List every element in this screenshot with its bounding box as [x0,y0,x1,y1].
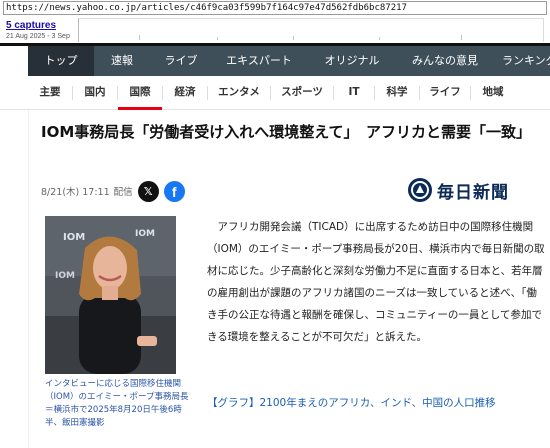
svg-text:IOM: IOM [55,271,75,281]
wayback-toolbar: https://news.yahoo.co.jp/articles/c46f9c… [0,0,550,46]
mainichi-logo-icon [408,178,432,202]
article-headline: IOM事務局長「労働者受け入れへ環境整えて」 アフリカと需要「一致」 [41,123,532,141]
category-economy[interactable]: 経済 [163,76,207,110]
publisher-logo[interactable]: 毎日新聞 [407,176,509,204]
nav-item-top[interactable]: トップ [28,46,94,76]
article: IOM事務局長「労働者受け入れへ環境整えて」 アフリカと需要「一致」 8/21(… [28,110,550,448]
sparkline-tick [461,35,462,40]
sparkline-tick [139,35,140,40]
capture-sparkline[interactable] [78,18,544,42]
nav-item-original[interactable]: オリジナル [306,46,398,76]
url-field[interactable]: https://news.yahoo.co.jp/articles/c46f9c… [3,1,547,15]
svg-text:IOM: IOM [135,229,155,239]
publisher-name: 毎日新聞 [437,182,509,203]
category-nav-items: 主要 国内 国際 経済 エンタメ スポーツ IT 科学 ライフ 地域 [28,76,515,110]
main-nav: トップ 速報 ライブ エキスパート オリジナル みんなの意見 ランキング [0,46,550,76]
captures-link[interactable]: 5 captures [6,20,56,31]
category-local[interactable]: 地域 [471,76,515,110]
nav-item-ranking[interactable]: ランキング [492,46,550,76]
category-life[interactable]: ライフ [420,76,470,110]
photo-caption: インタビューに応じる国際移住機関（IOM）のエイミー・ポープ事務局長＝横浜市で2… [45,379,189,428]
portrait-image: IOM IOM IOM [45,216,176,374]
nav-item-breaking[interactable]: 速報 [94,46,150,76]
main-nav-bar: トップ 速報 ライブ エキスパート オリジナル みんなの意見 ランキング [28,46,550,76]
category-science[interactable]: 科学 [375,76,419,110]
category-sports[interactable]: スポーツ [271,76,333,110]
article-body: アフリカ開発会議（TICAD）に出席するため訪日中の国際移住機関（IOM）のエイ… [207,221,545,343]
x-logo-icon[interactable]: 𝕏 [137,180,159,202]
sparkline-tick [293,36,294,40]
related-graph-link[interactable]: 【グラフ】2100年まえのアフリカ、インド、中国の人口推移 [207,392,545,414]
article-date: 8/21(木) 17:11 [41,187,110,198]
facebook-icon[interactable]: f [163,180,185,202]
article-meta: 8/21(木) 17:11 配信 𝕏 f [41,180,185,202]
category-entertainment[interactable]: エンタメ [208,76,270,110]
nav-item-opinions[interactable]: みんなの意見 [398,46,492,76]
sparkline-tick [379,37,380,40]
article-meta-label: 配信 [113,187,133,198]
category-it[interactable]: IT [334,76,374,110]
article-photo[interactable]: IOM IOM IOM [45,216,176,374]
category-domestic[interactable]: 国内 [73,76,117,110]
category-main[interactable]: 主要 [28,76,72,110]
category-international[interactable]: 国際 [118,76,162,110]
capture-date-range: 21 Aug 2025 - 3 Sep [6,33,70,40]
category-nav: 主要 国内 国際 経済 エンタメ スポーツ IT 科学 ライフ 地域 [0,76,550,110]
sparkline-tick [217,37,218,40]
nav-item-expert[interactable]: エキスパート [212,46,306,76]
svg-text:IOM: IOM [63,232,85,243]
nav-item-live[interactable]: ライブ [150,46,212,76]
